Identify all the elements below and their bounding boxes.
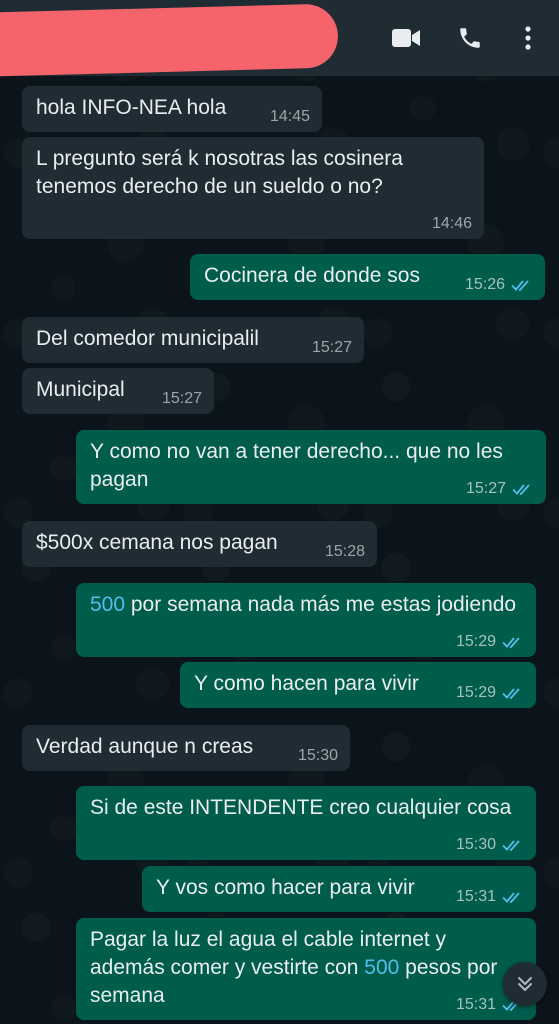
- message-text: Si de este INTENDENTE creo cualquier cos…: [90, 796, 512, 819]
- message-incoming[interactable]: Municipal 15:27: [22, 368, 214, 414]
- message-time: 15:29: [455, 684, 496, 701]
- message-meta: 15:29: [456, 633, 524, 651]
- message-time: 15:29: [455, 633, 496, 650]
- message-meta: 15:27: [162, 390, 202, 408]
- double-check-icon: [502, 840, 520, 852]
- message-time: 14:45: [269, 108, 310, 125]
- message-incoming[interactable]: Del comedor municipalil 15:27: [22, 317, 364, 363]
- message-meta: 15:28: [325, 543, 365, 561]
- message-text: Y vos como hacer para vivir: [156, 876, 415, 899]
- chevrons-down-icon: [518, 977, 532, 991]
- message-time: 15:31: [455, 888, 496, 905]
- message-meta: 15:31: [456, 888, 524, 906]
- chat-header: [0, 0, 559, 77]
- highlighted-number: 500: [364, 956, 400, 979]
- message-text: $500x cemana nos pagan: [36, 531, 278, 554]
- message-outgoing[interactable]: 500 por semana nada más me estas jodiend…: [76, 583, 536, 657]
- double-check-icon: [502, 892, 520, 904]
- message-time: 15:28: [324, 543, 365, 560]
- message-incoming[interactable]: Verdad aunque n creas 15:30: [22, 725, 350, 771]
- highlighted-number: 500: [90, 593, 126, 616]
- message-outgoing[interactable]: Y como no van a tener derecho... que no …: [76, 430, 546, 504]
- message-outgoing[interactable]: Si de este INTENDENTE creo cualquier cos…: [76, 786, 536, 860]
- message-text: Del comedor municipalil: [36, 327, 259, 350]
- video-call-icon[interactable]: [390, 22, 422, 54]
- message-incoming[interactable]: $500x cemana nos pagan 15:28: [22, 521, 377, 567]
- message-outgoing[interactable]: Cocinera de donde sos 15:26: [190, 254, 545, 300]
- message-text: L pregunto será k nosotras las cosinera …: [36, 147, 409, 198]
- message-incoming[interactable]: hola INFO-NEA hola 14:45: [22, 86, 322, 132]
- message-time: 15:30: [297, 747, 338, 764]
- double-check-icon: [502, 637, 520, 649]
- message-outgoing[interactable]: Y como hacen para vivir 15:29: [180, 662, 536, 708]
- double-check-icon: [511, 280, 529, 292]
- message-incoming[interactable]: L pregunto será k nosotras las cosinera …: [22, 137, 484, 239]
- message-time: 15:27: [465, 480, 506, 497]
- message-meta: 14:45: [270, 108, 310, 126]
- message-meta: 15:30: [298, 747, 338, 765]
- message-text: Y como no van a tener derecho... que no …: [90, 440, 509, 491]
- message-time: 15:31: [455, 996, 496, 1013]
- message-meta: 14:46: [432, 215, 472, 233]
- message-text: Verdad aunque n creas: [36, 735, 254, 758]
- message-text: 500 por semana nada más me estas jodiend…: [90, 593, 516, 616]
- message-text-rest: por semana nada más me estas jodiendo: [125, 593, 517, 616]
- message-meta: 15:26: [465, 276, 533, 294]
- more-options-icon[interactable]: [512, 22, 544, 54]
- message-outgoing[interactable]: Pagar la luz el agua el cable internet y…: [76, 918, 536, 1020]
- double-check-icon: [512, 484, 530, 496]
- message-meta: 15:27: [466, 480, 534, 498]
- message-text: Pagar la luz el agua el cable internet y…: [90, 928, 503, 1007]
- double-check-icon: [502, 688, 520, 700]
- message-text: Cocinera de donde sos: [204, 264, 420, 287]
- message-text: Y como hacen para vivir: [194, 672, 419, 695]
- message-time: 15:26: [464, 276, 505, 293]
- message-outgoing[interactable]: Y vos como hacer para vivir 15:31: [142, 866, 536, 912]
- message-meta: 15:27: [312, 339, 352, 357]
- message-meta: 15:29: [456, 684, 524, 702]
- message-time: 15:30: [455, 836, 496, 853]
- message-time: 14:46: [431, 215, 472, 232]
- scroll-to-bottom-button[interactable]: [503, 962, 547, 1006]
- message-text: hola INFO-NEA hola: [36, 96, 227, 119]
- message-time: 15:27: [311, 339, 352, 356]
- message-meta: 15:30: [456, 836, 524, 854]
- message-text: Municipal: [36, 378, 125, 401]
- phone-call-icon[interactable]: [454, 22, 486, 54]
- redacted-contact-name: [0, 3, 339, 77]
- message-time: 15:27: [161, 390, 202, 407]
